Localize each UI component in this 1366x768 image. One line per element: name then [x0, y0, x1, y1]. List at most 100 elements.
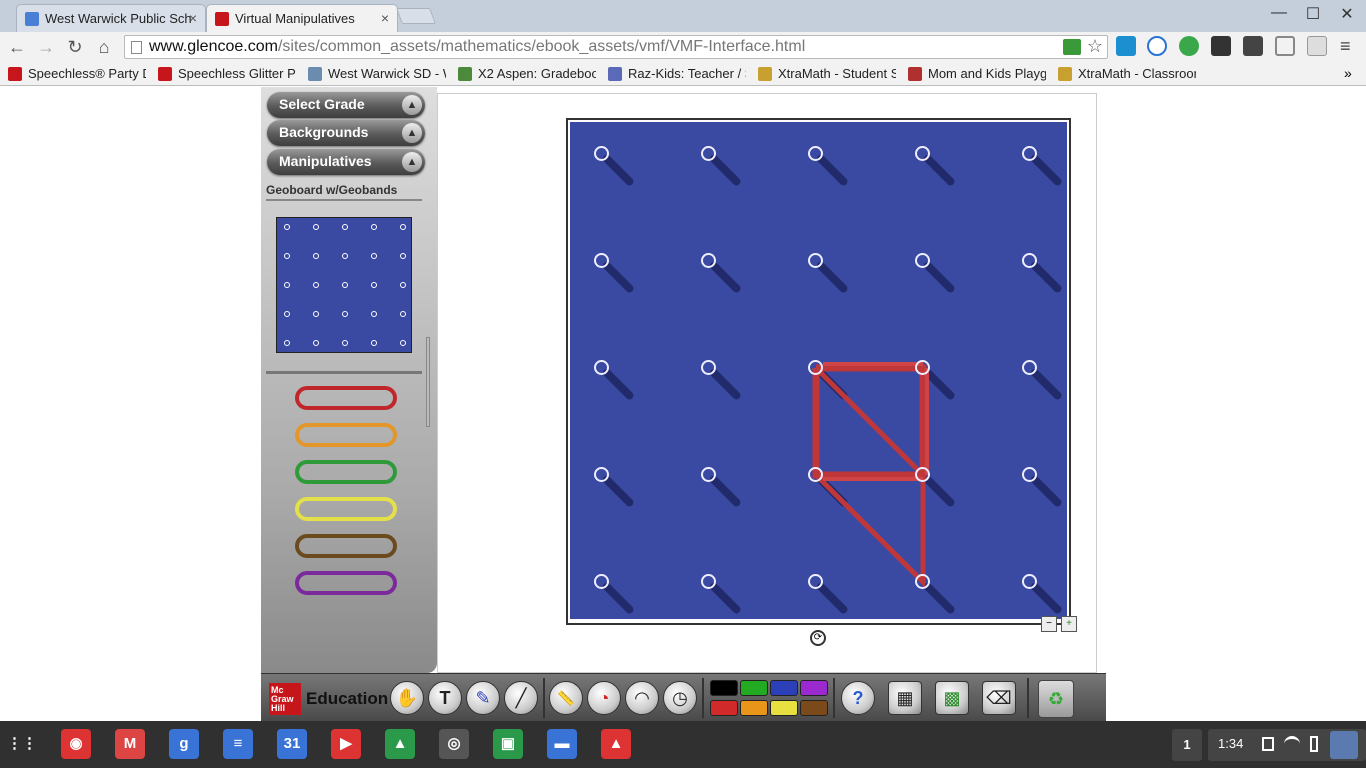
geoboard-peg[interactable] — [594, 574, 609, 589]
color-swatch[interactable] — [770, 680, 798, 696]
geoboard-peg[interactable] — [594, 146, 609, 161]
backgrounds-button[interactable]: Backgrounds ▲ — [267, 120, 425, 146]
geoband-red[interactable] — [295, 386, 397, 410]
classroom-icon[interactable]: ▣ — [493, 729, 523, 759]
geoboard-peg[interactable] — [1022, 574, 1037, 589]
color-swatch[interactable] — [740, 680, 768, 696]
geoband-yellow[interactable] — [295, 497, 397, 521]
help-button[interactable]: ? — [841, 681, 875, 715]
pen-tool-button[interactable]: ✎ — [466, 681, 500, 715]
home-button[interactable]: ⌂ — [93, 37, 115, 57]
close-icon[interactable]: × — [189, 10, 197, 26]
manipulatives-button[interactable]: Manipulatives ▲ — [267, 149, 425, 175]
clear-page-button[interactable]: ▦ — [888, 681, 922, 715]
color-swatch[interactable] — [710, 700, 738, 716]
geoboard-peg[interactable] — [915, 146, 930, 161]
color-swatch[interactable] — [800, 700, 828, 716]
geoboard-peg[interactable] — [915, 467, 930, 482]
film-icon[interactable] — [1243, 36, 1263, 56]
sidebar-scrollbar[interactable] — [426, 337, 430, 427]
phone-icon[interactable] — [1147, 36, 1167, 56]
evernote-icon[interactable] — [1179, 36, 1199, 56]
geoboard-peg[interactable] — [1022, 146, 1037, 161]
more-bookmarks-icon[interactable]: » — [1344, 65, 1352, 81]
geoboard[interactable] — [570, 122, 1067, 619]
bookmark-item[interactable]: Mom and Kids Playgr — [908, 65, 1046, 83]
notification-badge[interactable]: 1 — [1172, 729, 1202, 761]
geoboard-peg[interactable] — [701, 467, 716, 482]
geoboard-peg[interactable] — [1022, 360, 1037, 375]
geoboard-peg[interactable] — [701, 146, 716, 161]
google-search-icon[interactable]: g — [169, 729, 199, 759]
bookmark-item[interactable]: Speechless Glitter Pr — [158, 65, 296, 83]
menu-icon[interactable]: ≡ — [1340, 36, 1351, 57]
gmail-icon[interactable]: M — [115, 729, 145, 759]
bookmark-item[interactable]: Raz-Kids: Teacher / S — [608, 65, 746, 83]
new-tab-button[interactable] — [396, 8, 436, 24]
color-swatch[interactable] — [770, 700, 798, 716]
reload-button[interactable]: ↻ — [64, 37, 86, 57]
geoband-purple[interactable] — [295, 571, 397, 595]
line-tool-button[interactable]: ╱ — [504, 681, 538, 715]
bookmark-item[interactable]: XtraMath - Classroon — [1058, 65, 1196, 83]
bookmark-item[interactable]: X2 Aspen: Gradeboo — [458, 65, 596, 83]
clock-tool-button[interactable]: ◷ — [663, 681, 697, 715]
geoband-orange[interactable] — [295, 423, 397, 447]
google-plus-icon[interactable] — [1307, 36, 1327, 56]
camera-icon[interactable]: ◎ — [439, 729, 469, 759]
color-swatch[interactable] — [800, 680, 828, 696]
chrome-icon[interactable]: ◉ — [61, 729, 91, 759]
maximize-button[interactable]: ☐ — [1298, 4, 1328, 24]
geoboard-peg[interactable] — [1022, 253, 1037, 268]
tab-virtual-manipulatives[interactable]: Virtual Manipulatives × — [206, 4, 398, 32]
calendar-icon[interactable]: 31 — [277, 729, 307, 759]
geoboard-peg[interactable] — [808, 360, 823, 375]
geoboard-peg[interactable] — [594, 253, 609, 268]
geoboard-peg[interactable] — [701, 253, 716, 268]
geoboard-peg[interactable] — [915, 253, 930, 268]
star-icon[interactable]: ☆ — [1087, 36, 1103, 57]
text-tool-button[interactable]: T — [428, 681, 462, 715]
map-extension-icon[interactable] — [1063, 39, 1081, 55]
geoboard-thumbnail[interactable] — [276, 217, 412, 353]
bookmark-item[interactable]: West Warwick SD - W — [308, 65, 446, 83]
rotate-handle-icon[interactable]: ⟳ — [810, 630, 826, 646]
clapper-icon[interactable] — [1211, 36, 1231, 56]
drive-icon[interactable]: ▲ — [385, 729, 415, 759]
photos-icon[interactable]: ▲ — [601, 729, 631, 759]
close-window-button[interactable]: ✕ — [1332, 4, 1362, 24]
forward-button[interactable]: → — [35, 37, 57, 57]
files-icon[interactable]: ▬ — [547, 729, 577, 759]
geoboard-peg[interactable] — [808, 146, 823, 161]
cast-icon[interactable] — [1275, 36, 1295, 56]
ruler-tool-button[interactable]: 📏 — [549, 681, 583, 715]
status-tray[interactable]: 1:34 — [1208, 729, 1366, 761]
launcher-icon[interactable]: ⋮⋮ — [7, 729, 37, 759]
bookmark-item[interactable]: XtraMath - Student S — [758, 65, 896, 83]
geoband-green[interactable] — [295, 460, 397, 484]
address-bar[interactable]: www.glencoe.com/sites/common_assets/math… — [124, 35, 1108, 59]
geoboard-peg[interactable] — [1022, 467, 1037, 482]
geoboard-peg[interactable] — [808, 253, 823, 268]
docs-icon[interactable]: ≡ — [223, 729, 253, 759]
trash-icon[interactable]: ♻ — [1038, 680, 1074, 718]
geoboard-peg[interactable] — [915, 360, 930, 375]
geoboard-peg[interactable] — [594, 467, 609, 482]
timer-tool-button[interactable]: ◔ — [587, 681, 621, 715]
geoboard-peg[interactable] — [808, 574, 823, 589]
eraser-button[interactable]: ⌫ — [982, 681, 1016, 715]
twitter-icon[interactable] — [1116, 36, 1136, 56]
close-icon[interactable]: × — [381, 10, 389, 26]
geoboard-peg[interactable] — [594, 360, 609, 375]
geoboard-peg[interactable] — [701, 574, 716, 589]
select-grade-button[interactable]: Select Grade ▲ — [267, 92, 425, 118]
bookmark-item[interactable]: Speechless® Party D — [8, 65, 146, 83]
back-button[interactable]: ← — [6, 37, 28, 57]
youtube-icon[interactable]: ▶ — [331, 729, 361, 759]
geoboard-peg[interactable] — [808, 467, 823, 482]
minimize-button[interactable]: — — [1264, 4, 1294, 22]
geoband-brown[interactable] — [295, 534, 397, 558]
geoboard-peg[interactable] — [915, 574, 930, 589]
color-swatch[interactable] — [740, 700, 768, 716]
geoboard-peg[interactable] — [701, 360, 716, 375]
